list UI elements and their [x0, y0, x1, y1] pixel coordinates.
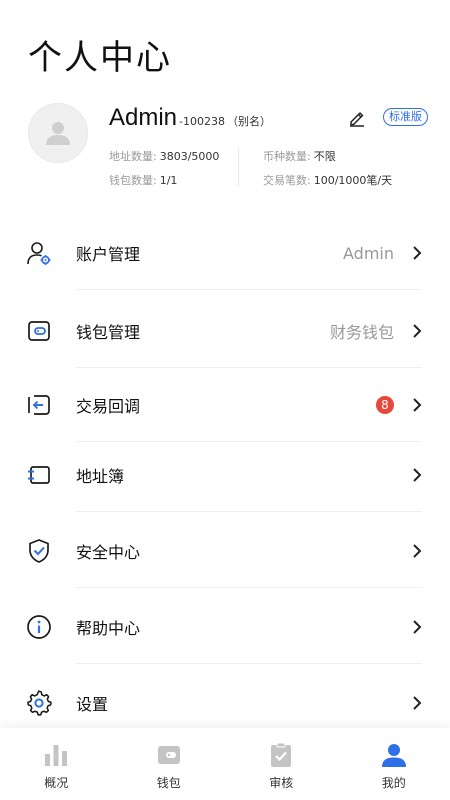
menu-item-label: 安全中心 [76, 543, 141, 562]
tab-label: 我的 [381, 776, 406, 790]
chevron-right-icon [410, 398, 424, 412]
stat-value: 1/1 [159, 174, 178, 187]
stat-value: 不限 [313, 150, 336, 163]
tab-wallet[interactable]: 钱包 [113, 728, 226, 800]
menu-item-label: 账户管理 [76, 245, 141, 264]
wallet-icon [26, 318, 52, 344]
divider [76, 289, 422, 290]
chevron-right-icon [410, 620, 424, 634]
profile-uid: -100238 [179, 115, 225, 128]
menu-item-help[interactable]: 帮助中心 [0, 590, 450, 664]
stat-value: 100/1000笔/天 [313, 174, 393, 187]
stat-address-count: 地址数量: 3803/5000 [109, 148, 219, 164]
callback-arrow-icon [26, 392, 52, 418]
menu-item-label: 钱包管理 [76, 323, 141, 342]
bottom-tab-bar: 概况 钱包 审核 我的 [0, 728, 450, 800]
bar-chart-icon [43, 742, 69, 768]
profile-stats: 地址数量: 3803/5000 币种数量: 不限 钱包数量: 1/1 交易笔数: 100… [109, 148, 419, 190]
tab-label: 概况 [44, 776, 69, 790]
user-gear-icon [26, 240, 52, 266]
tab-mine[interactable]: 我的 [338, 728, 450, 800]
address-book-icon [26, 462, 52, 488]
menu-item-account[interactable]: 账户管理 Admin [0, 216, 450, 290]
stat-label: 交易笔数: [263, 174, 311, 187]
menu-item-value: 财务钱包 [329, 323, 394, 342]
chevron-right-icon [410, 544, 424, 558]
avatar[interactable] [28, 103, 88, 163]
stat-wallet-count: 钱包数量: 1/1 [109, 172, 177, 188]
person-placeholder-icon [46, 122, 70, 145]
edition-badge: 标准版 [383, 108, 428, 126]
menu-item-security[interactable]: 安全中心 [0, 514, 450, 588]
chevron-right-icon [410, 246, 424, 260]
clipboard-check-icon [268, 742, 294, 768]
chevron-right-icon [410, 696, 424, 710]
info-circle-icon [26, 614, 52, 640]
page-title: 个人中心 [28, 38, 172, 78]
menu-item-callback[interactable]: 交易回调 8 [0, 368, 450, 442]
notification-count-badge: 8 [376, 396, 394, 414]
menu-item-label: 交易回调 [76, 397, 141, 416]
divider [76, 511, 422, 512]
menu-item-label: 设置 [76, 695, 109, 714]
profile-name: Admin [109, 104, 178, 131]
stat-value: 3803/5000 [159, 150, 220, 163]
person-icon [381, 742, 407, 768]
chevron-right-icon [410, 324, 424, 338]
stat-label: 地址数量: [109, 150, 157, 163]
chevron-right-icon [410, 468, 424, 482]
profile-alias: （别名） [227, 115, 271, 128]
divider [76, 663, 422, 664]
gear-icon [26, 690, 52, 716]
wallet-icon [156, 742, 182, 768]
tab-overview[interactable]: 概况 [0, 728, 113, 800]
stat-label: 币种数量: [263, 150, 311, 163]
profile-name-row: Admin -100238 （别名） [109, 104, 271, 132]
divider [76, 587, 422, 588]
tab-label: 审核 [269, 776, 294, 790]
shield-check-icon [26, 538, 52, 564]
tab-review[interactable]: 审核 [225, 728, 338, 800]
pencil-icon [350, 112, 364, 127]
stat-tx-count: 交易笔数: 100/1000笔/天 [263, 172, 392, 188]
stat-divider [238, 148, 239, 186]
menu-item-wallet[interactable]: 钱包管理 财务钱包 [0, 294, 450, 368]
menu-item-value: Admin [343, 243, 394, 263]
edit-profile-button[interactable] [347, 108, 367, 128]
menu-item-label: 帮助中心 [76, 619, 141, 638]
tab-label: 钱包 [156, 776, 181, 790]
stat-label: 钱包数量: [109, 174, 157, 187]
stat-coin-count: 币种数量: 不限 [263, 148, 336, 164]
menu-item-address-book[interactable]: 地址簿 [0, 438, 450, 512]
menu-item-label: 地址簿 [76, 467, 125, 486]
